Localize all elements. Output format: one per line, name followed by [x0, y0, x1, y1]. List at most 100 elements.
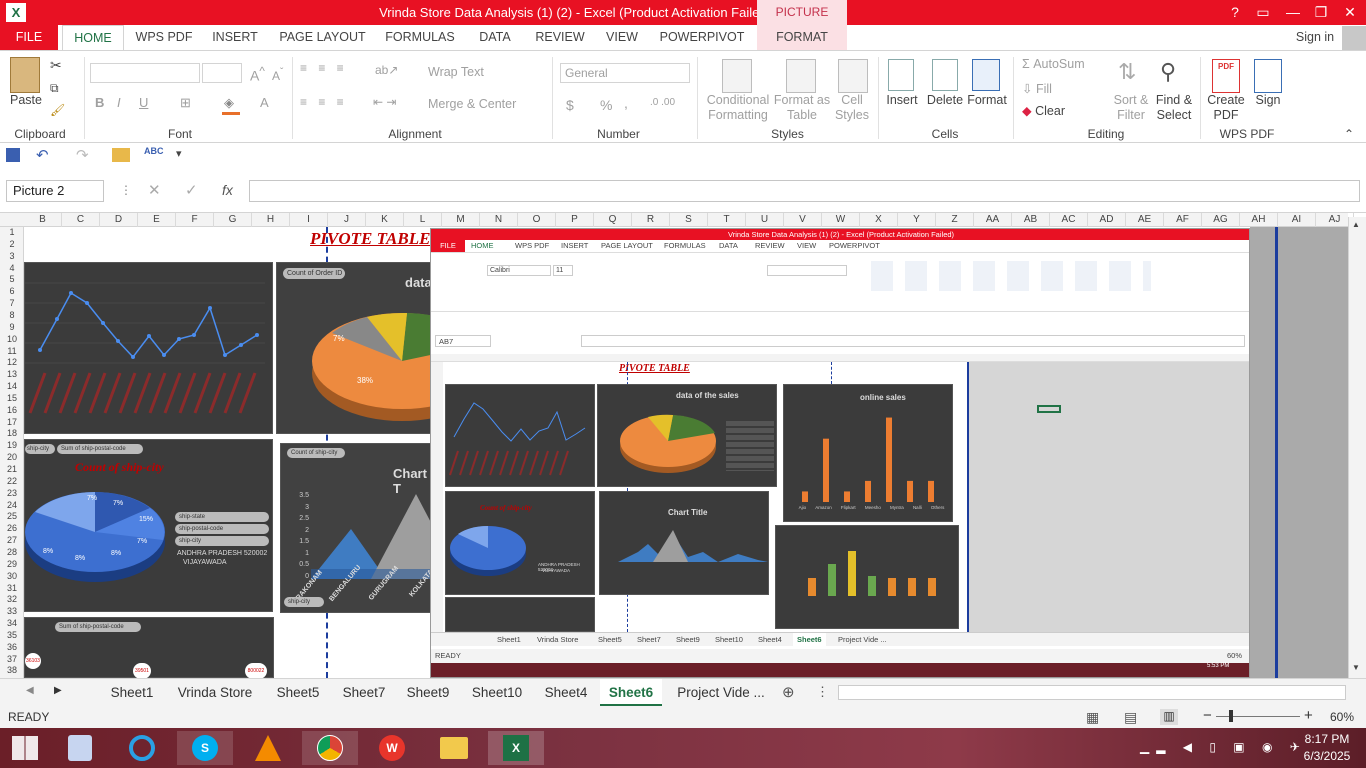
row-header[interactable]: 10 — [0, 334, 24, 346]
cell-styles-button[interactable]: Cell Styles — [828, 93, 876, 123]
delete-cells-button[interactable]: Delete — [924, 93, 966, 108]
scroll-up-icon[interactable]: ▲ — [1352, 220, 1360, 229]
tab-formulas[interactable]: FORMULAS — [380, 25, 460, 50]
column-header[interactable]: K — [366, 213, 404, 227]
sheet-tab-vrinda-store[interactable]: Vrinda Store — [168, 679, 262, 706]
row-header[interactable]: 5 — [0, 274, 24, 286]
ship-city-button[interactable]: ship-city — [25, 444, 55, 454]
prev-sheet-icon[interactable]: ◀ — [26, 685, 34, 696]
wrap-text-button[interactable]: Wrap Text — [428, 65, 484, 79]
column-header[interactable]: S — [670, 213, 708, 227]
conditional-formatting-button[interactable]: Conditional Formatting — [702, 93, 774, 123]
tab-home[interactable]: HOME — [62, 25, 124, 50]
paste-button[interactable]: Paste — [4, 93, 48, 108]
count-order-id-button[interactable]: Count of Order ID — [283, 268, 345, 279]
row-header[interactable]: 33 — [0, 606, 24, 618]
windows-start-icon[interactable] — [12, 736, 38, 760]
help-icon[interactable]: ? — [1222, 2, 1248, 22]
bubble-chart-panel[interactable]: Sum of ship-postal-code 36103 39501 8000… — [24, 617, 274, 679]
row-header[interactable]: 38 — [0, 665, 24, 677]
decimal-icons[interactable]: .0 .00 — [650, 97, 675, 108]
sheet-tab-sheet7[interactable]: Sheet7 — [334, 679, 394, 706]
tab-wps-pdf[interactable]: WPS PDF — [130, 25, 198, 50]
enter-icon[interactable]: ✓ — [185, 181, 198, 199]
column-header[interactable]: R — [632, 213, 670, 227]
sheet-tab-sheet9[interactable]: Sheet9 — [398, 679, 458, 706]
format-cells-button[interactable]: Format — [966, 93, 1008, 108]
cancel-icon[interactable]: ✕ — [148, 181, 161, 199]
tab-insert[interactable]: INSERT — [205, 25, 265, 50]
zoom-level[interactable]: 60% — [1330, 710, 1354, 724]
column-header[interactable]: J — [328, 213, 366, 227]
minimize-icon[interactable]: — — [1280, 2, 1306, 22]
close-icon[interactable]: ✕ — [1337, 2, 1363, 22]
grow-font-icon[interactable]: A^ — [250, 65, 265, 84]
area-chart-panel[interactable]: Count of ship-city Chart T 3.5 3 2.5 2 1.5 1 0… — [280, 443, 437, 613]
sheet-tab-sheet6[interactable]: Sheet6 — [600, 679, 662, 706]
vertical-scrollbar[interactable]: ▲ ▼ — [1348, 217, 1366, 678]
sort-filter-button[interactable]: Sort & Filter — [1108, 93, 1154, 123]
row-header[interactable]: 25 — [0, 511, 24, 523]
comma-button[interactable]: , — [624, 95, 628, 111]
italic-button[interactable]: I — [117, 95, 121, 110]
row-header[interactable]: 19 — [0, 440, 24, 452]
maximize-icon[interactable]: ❐ — [1308, 2, 1334, 22]
wps-office-icon[interactable]: W — [364, 731, 420, 765]
line-chart-panel[interactable] — [24, 262, 273, 434]
vertical-align-icons[interactable]: ≡ ≡ ≡ — [300, 61, 348, 75]
row-header[interactable]: 22 — [0, 476, 24, 488]
sales-pie-panel[interactable]: Count of Order ID data 38% 7% — [276, 262, 437, 434]
column-header[interactable]: L — [404, 213, 442, 227]
row-header[interactable]: 14 — [0, 381, 24, 393]
column-header[interactable]: AH — [1240, 213, 1278, 227]
ship-city-filter-button[interactable]: ship-city — [284, 597, 324, 607]
scroll-down-icon[interactable]: ▼ — [1352, 663, 1360, 672]
file-explorer-icon[interactable] — [426, 731, 482, 765]
column-header[interactable]: AG — [1202, 213, 1240, 227]
column-header[interactable]: V — [784, 213, 822, 227]
sheet-tab-project-video[interactable]: Project Vide ... — [668, 679, 774, 706]
normal-view-icon[interactable]: ▦ — [1086, 709, 1099, 726]
number-format-select[interactable]: General — [560, 63, 690, 83]
font-color-icon[interactable]: A — [260, 95, 269, 110]
currency-button[interactable]: $ — [566, 97, 574, 113]
column-header[interactable]: E — [138, 213, 176, 227]
collapse-ribbon-icon[interactable]: ⌃ — [1344, 127, 1354, 141]
create-pdf-button[interactable]: Create PDF — [1204, 93, 1248, 123]
column-header[interactable]: AC — [1050, 213, 1088, 227]
customize-qat-icon[interactable]: ▾ — [176, 147, 182, 160]
row-header[interactable]: 34 — [0, 618, 24, 630]
horizontal-scrollbar[interactable] — [838, 685, 1346, 700]
row-header[interactable]: 8 — [0, 310, 24, 322]
format-painter-icon[interactable]: 🖌 — [50, 103, 65, 117]
column-header[interactable]: AD — [1088, 213, 1126, 227]
tab-format[interactable]: FORMAT — [757, 25, 847, 50]
row-header[interactable]: 6 — [0, 286, 24, 298]
sheet-tab-sheet5[interactable]: Sheet5 — [268, 679, 328, 706]
system-tray-icons[interactable]: ▁▂ ◀ ▯ ▣ ◉ ✈ — [1140, 740, 1307, 754]
vlc-icon[interactable] — [240, 731, 296, 765]
column-header[interactable]: Y — [898, 213, 936, 227]
insert-function-button[interactable]: fx — [222, 182, 233, 198]
undo-icon[interactable]: ↶ — [36, 146, 49, 164]
save-icon[interactable] — [6, 148, 20, 162]
page-layout-view-icon[interactable]: ▤ — [1124, 709, 1137, 726]
column-header[interactable]: AE — [1126, 213, 1164, 227]
zoom-thumb[interactable] — [1229, 710, 1233, 722]
column-header[interactable]: O — [518, 213, 556, 227]
ship-city-filter[interactable]: ship-city — [175, 536, 269, 546]
tab-data[interactable]: DATA — [470, 25, 520, 50]
open-folder-icon[interactable] — [112, 148, 130, 162]
row-header[interactable]: 3 — [0, 251, 24, 263]
column-header[interactable]: W — [822, 213, 860, 227]
spelling-icon[interactable]: ABC — [144, 146, 164, 156]
sum-ship-postal-button[interactable]: Sum of ship-postal-code — [57, 444, 143, 454]
column-header[interactable]: U — [746, 213, 784, 227]
sum-ship-postal-button-2[interactable]: Sum of ship-postal-code — [55, 622, 141, 632]
column-header[interactable]: AI — [1278, 213, 1316, 227]
row-header[interactable]: 13 — [0, 369, 24, 381]
borders-icon[interactable]: ⊞ — [180, 95, 191, 111]
more-sheets-icon[interactable]: ⋮ — [816, 684, 829, 700]
bold-button[interactable]: B — [95, 95, 104, 110]
row-header[interactable]: 4 — [0, 263, 24, 275]
